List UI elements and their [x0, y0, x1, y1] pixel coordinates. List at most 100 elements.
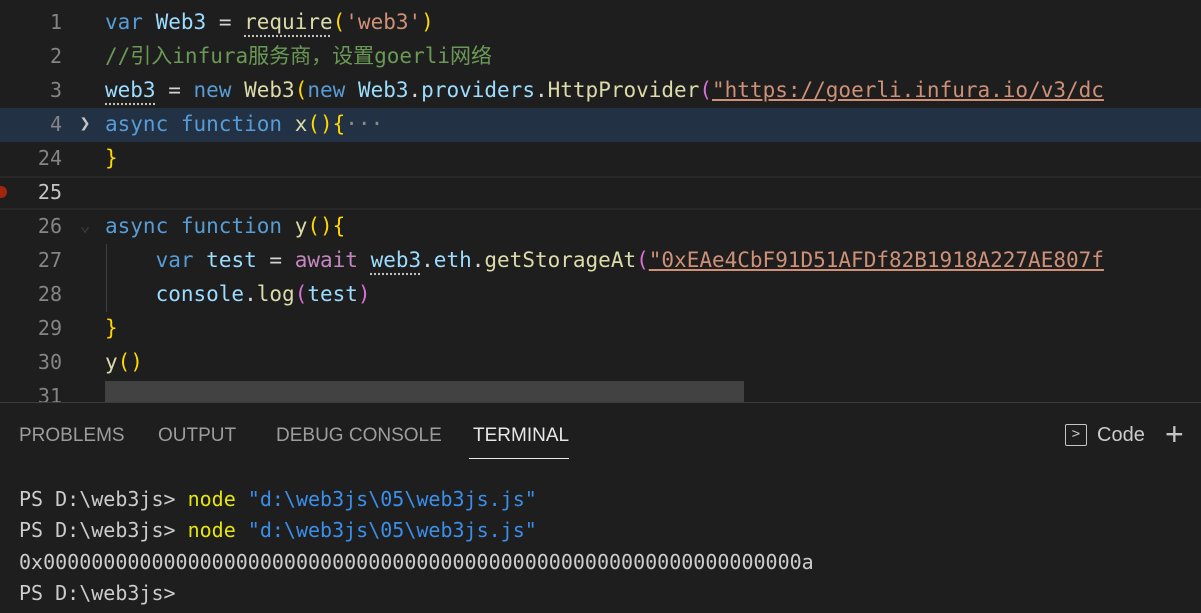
tab-problems[interactable]: PROBLEMS: [19, 425, 125, 447]
code-token: new: [307, 78, 346, 102]
code-text: async function y(){: [105, 209, 345, 243]
line-number: 4: [49, 112, 62, 136]
code-text: var test = await web3.eth.getStorageAt("…: [105, 243, 1104, 277]
line-number: 2: [49, 44, 62, 68]
line-number: 26: [37, 214, 62, 238]
line-number: 29: [37, 316, 62, 340]
line-number: 1: [49, 10, 62, 34]
code-line: 3 web3 = new Web3(new Web3.providers.Http…: [0, 73, 1201, 107]
code-token: .: [244, 282, 257, 306]
line-number: 27: [37, 248, 62, 272]
code-line: 28 console.log(test): [0, 277, 1201, 311]
tab-debug-console[interactable]: DEBUG CONSOLE: [276, 425, 442, 447]
code-token: Web3: [244, 78, 295, 102]
code-token: eth: [433, 248, 472, 272]
terminal-name[interactable]: Code: [1097, 424, 1145, 447]
code-token: "https://goerli.infura.io/v3/dc: [712, 78, 1104, 102]
code-token: providers: [421, 78, 535, 102]
tab-terminal[interactable]: TERMINAL: [473, 425, 569, 447]
code-token: .: [408, 78, 422, 102]
line-number: 30: [37, 350, 62, 374]
code-token: }: [105, 316, 118, 340]
code-text: web3 = new Web3(new Web3.providers.HttpP…: [105, 73, 1104, 107]
code-token: ): [421, 10, 434, 34]
code-editor[interactable]: 1 var Web3 = require('web3') 2//引入infura服务…: [0, 0, 1201, 402]
code-token: ···: [345, 112, 384, 136]
code-token: Web3: [155, 10, 207, 34]
panel-tabs: PROBLEMS OUTPUT DEBUG CONSOLE TERMINAL: [0, 403, 1000, 463]
code-token: Web3: [357, 78, 409, 102]
code-token: test: [307, 282, 358, 306]
plus-icon[interactable]: +: [1165, 417, 1184, 451]
horizontal-scrollbar[interactable]: [105, 381, 744, 402]
terminal-command: node: [187, 487, 236, 511]
line-number: 3: [49, 78, 62, 102]
code-token: var: [105, 10, 143, 34]
code-line: 24}: [0, 141, 1201, 175]
terminal-prompt: PS D:\web3js>: [19, 518, 188, 542]
line-number: 28: [37, 282, 62, 306]
terminal-prompt-current[interactable]: PS D:\web3js>: [19, 581, 176, 605]
terminal-command: node: [187, 518, 236, 542]
terminal-line: PS D:\web3js> node "d:\web3js\05\web3js.…: [19, 487, 537, 511]
terminal-actions: > Code +: [1061, 417, 1201, 453]
code-token: function: [180, 112, 283, 136]
bottom-panel: PROBLEMS OUTPUT DEBUG CONSOLE TERMINAL >…: [0, 402, 1201, 613]
code-token: async: [105, 112, 169, 136]
code-token: new: [193, 78, 232, 102]
code-token: }: [105, 146, 118, 170]
code-text: console.log(test): [105, 277, 371, 311]
terminal-icon[interactable]: >: [1065, 424, 1087, 446]
code-text: var Web3 = require('web3'): [105, 5, 434, 39]
chevron-down-icon[interactable]: ⌄: [76, 209, 94, 243]
code-token: y: [105, 350, 118, 374]
chevron-right-icon[interactable]: ❯: [76, 107, 94, 141]
code-token: HttpProvider: [547, 78, 700, 102]
terminal-line: PS D:\web3js> node "d:\web3js\05\web3js.…: [19, 518, 537, 542]
code-token: web3: [105, 78, 156, 102]
code-text: y(): [105, 345, 143, 379]
code-token: .: [534, 78, 548, 102]
code-token: .: [421, 248, 434, 272]
code-token: var: [155, 248, 194, 272]
code-token: (: [294, 282, 308, 306]
line-number: 31: [37, 384, 62, 402]
code-token: y: [294, 214, 308, 238]
code-line: 4 ❯ async function x(){···: [0, 107, 1201, 141]
code-token: (){: [307, 214, 346, 238]
code-token: //引入infura服务商，设置goerli网络: [105, 44, 493, 68]
terminal-prompt: PS D:\web3js>: [19, 487, 188, 511]
code-token: =: [256, 248, 295, 272]
terminal-argument: "d:\web3js\05\web3js.js": [247, 487, 537, 511]
code-token: log: [256, 282, 295, 306]
tab-output[interactable]: OUTPUT: [158, 425, 236, 447]
code-token: console: [155, 282, 245, 306]
code-token: 'web3': [345, 10, 422, 34]
code-token: (: [699, 78, 712, 102]
code-line: 29}: [0, 311, 1201, 345]
code-text: async function x(){···: [105, 107, 383, 141]
line-number: 25: [37, 180, 62, 204]
code-line: 30 y(): [0, 345, 1201, 379]
terminal-output: 0x00000000000000000000000000000000000000…: [19, 550, 814, 574]
code-token: getStorageAt: [484, 248, 637, 272]
code-line: 27 var test = await web3.eth.getStorageA…: [0, 243, 1201, 277]
code-token: function: [180, 214, 283, 238]
code-token: (: [294, 78, 308, 102]
code-token: await: [294, 248, 358, 272]
code-token: require: [244, 10, 333, 34]
code-text: }: [105, 311, 118, 345]
code-token: =: [155, 78, 194, 102]
code-token: test: [206, 248, 257, 272]
code-token: "0xEAe4CbF91D51AFDf82B1918A227AE807f: [648, 248, 1104, 272]
code-text: }: [105, 141, 118, 175]
code-token: (){: [307, 112, 346, 136]
